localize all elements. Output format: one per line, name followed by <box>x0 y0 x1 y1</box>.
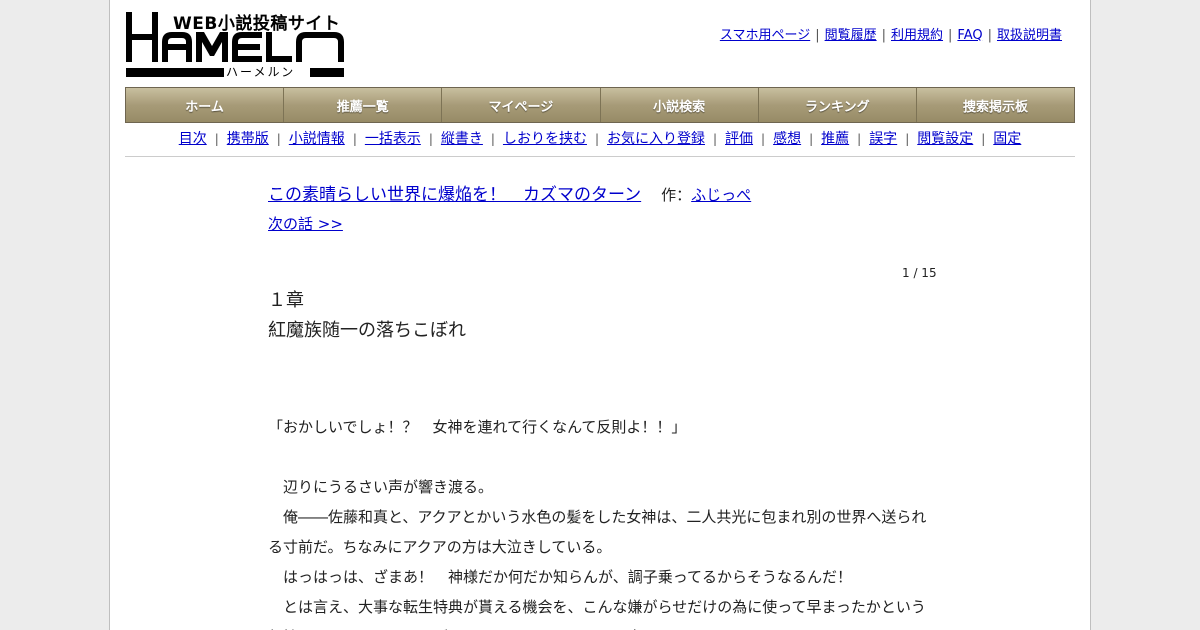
nav-divider <box>125 156 1075 157</box>
novel-header: この素晴らしい世界に爆焔を！ カズマのターン 作：ふじっぺ <box>268 180 932 205</box>
chapter-number: １章 <box>268 290 304 311</box>
subnav-rating[interactable]: 評価 <box>725 131 753 147</box>
site-logo[interactable]: WEB小説投稿サイト ハーメルン <box>126 10 346 82</box>
subnav-bookmark[interactable]: しおりを挟む <box>503 131 587 147</box>
top-link-faq[interactable]: FAQ <box>957 28 982 43</box>
top-link-manual[interactable]: 取扱説明書 <box>997 28 1062 43</box>
nav-novel-search[interactable]: 小説検索 <box>601 88 759 122</box>
nav-ranking[interactable]: ランキング <box>759 88 917 122</box>
subnav-novel-info[interactable]: 小説情報 <box>289 131 345 147</box>
story-paragraph: 俺――佐藤和真と、アクアとかいう水色の髪をした女神は、二人共光に包まれ別の世界へ… <box>268 508 927 556</box>
novel-content: この素晴らしい世界に爆焔を！ カズマのターン 作：ふじっぺ 次の話 >> 1 / … <box>268 180 937 630</box>
nav-home[interactable]: ホーム <box>126 88 285 122</box>
novel-title-link[interactable]: この素晴らしい世界に爆焔を！ カズマのターン <box>268 185 641 205</box>
subnav-view-settings[interactable]: 閲覧設定 <box>917 131 973 147</box>
nav-recommendations[interactable]: 推薦一覧 <box>284 88 443 122</box>
subnav-pin[interactable]: 固定 <box>993 131 1021 147</box>
author-label: 作： <box>661 186 692 204</box>
story-paragraph: とは言え、大事な転生特典が貰える機会を、こんな嫌がらせだけの為に使って早まったか… <box>268 598 926 630</box>
story-paragraph: 辺りにうるさい声が響き渡る。 <box>268 478 494 496</box>
page: WEB小説投稿サイト ハーメルン スマホ用ページ | 閲覧履歴 | 利用規約 | FAQ | 取… <box>109 0 1091 630</box>
page-counter: 1 / 15 <box>902 266 937 280</box>
subnav-mobile[interactable]: 携帯版 <box>227 131 269 147</box>
subnav-show-all[interactable]: 一括表示 <box>365 131 421 147</box>
logo-tagline: WEB小説投稿サイト <box>173 14 341 34</box>
nav-search-board[interactable]: 捜索掲示板 <box>917 88 1074 122</box>
main-nav: ホーム 推薦一覧 マイページ 小説検索 ランキング 捜索掲示板 <box>125 87 1075 123</box>
top-link-mobile-page[interactable]: スマホ用ページ <box>720 28 810 43</box>
next-episode-link[interactable]: 次の話 >> <box>268 213 343 234</box>
chapter-heading: １章 紅魔族随一の落ちこぼれ <box>268 286 932 346</box>
subnav-recommend[interactable]: 推薦 <box>821 131 849 147</box>
top-links: スマホ用ページ | 閲覧履歴 | 利用規約 | FAQ | 取扱説明書 <box>719 28 1062 43</box>
chapter-title: 紅魔族随一の落ちこぼれ <box>268 320 466 341</box>
subnav-vertical[interactable]: 縦書き <box>441 131 483 147</box>
subnav-toc[interactable]: 目次 <box>179 131 207 147</box>
novel-sub-nav: 目次 | 携帯版 | 小説情報 | 一括表示 | 縦書き | しおりを挟む | お気に入り登録 | 評価 | 感… <box>178 131 1022 147</box>
story-paragraph: はっはっは、ざまあ！ 神様だか何だか知らんが、調子乗ってるからそうなるんだ！ <box>268 568 852 586</box>
subnav-favorite[interactable]: お気に入り登録 <box>607 131 705 147</box>
author-link[interactable]: ふじっぺ <box>691 186 751 204</box>
subnav-typo[interactable]: 誤字 <box>869 131 897 147</box>
story-body: 「おかしいでしょ！？ 女神を連れて行くなんて反則よ！！」 辺りにうるさい声が響き… <box>268 412 932 630</box>
subnav-comments[interactable]: 感想 <box>773 131 801 147</box>
top-link-terms[interactable]: 利用規約 <box>891 28 943 43</box>
nav-my-page[interactable]: マイページ <box>442 88 601 122</box>
logo-kana: ハーメルン <box>226 65 296 79</box>
top-link-history[interactable]: 閲覧履歴 <box>825 28 877 43</box>
story-paragraph: 「おかしいでしょ！？ 女神を連れて行くなんて反則よ！！」 <box>268 418 687 436</box>
